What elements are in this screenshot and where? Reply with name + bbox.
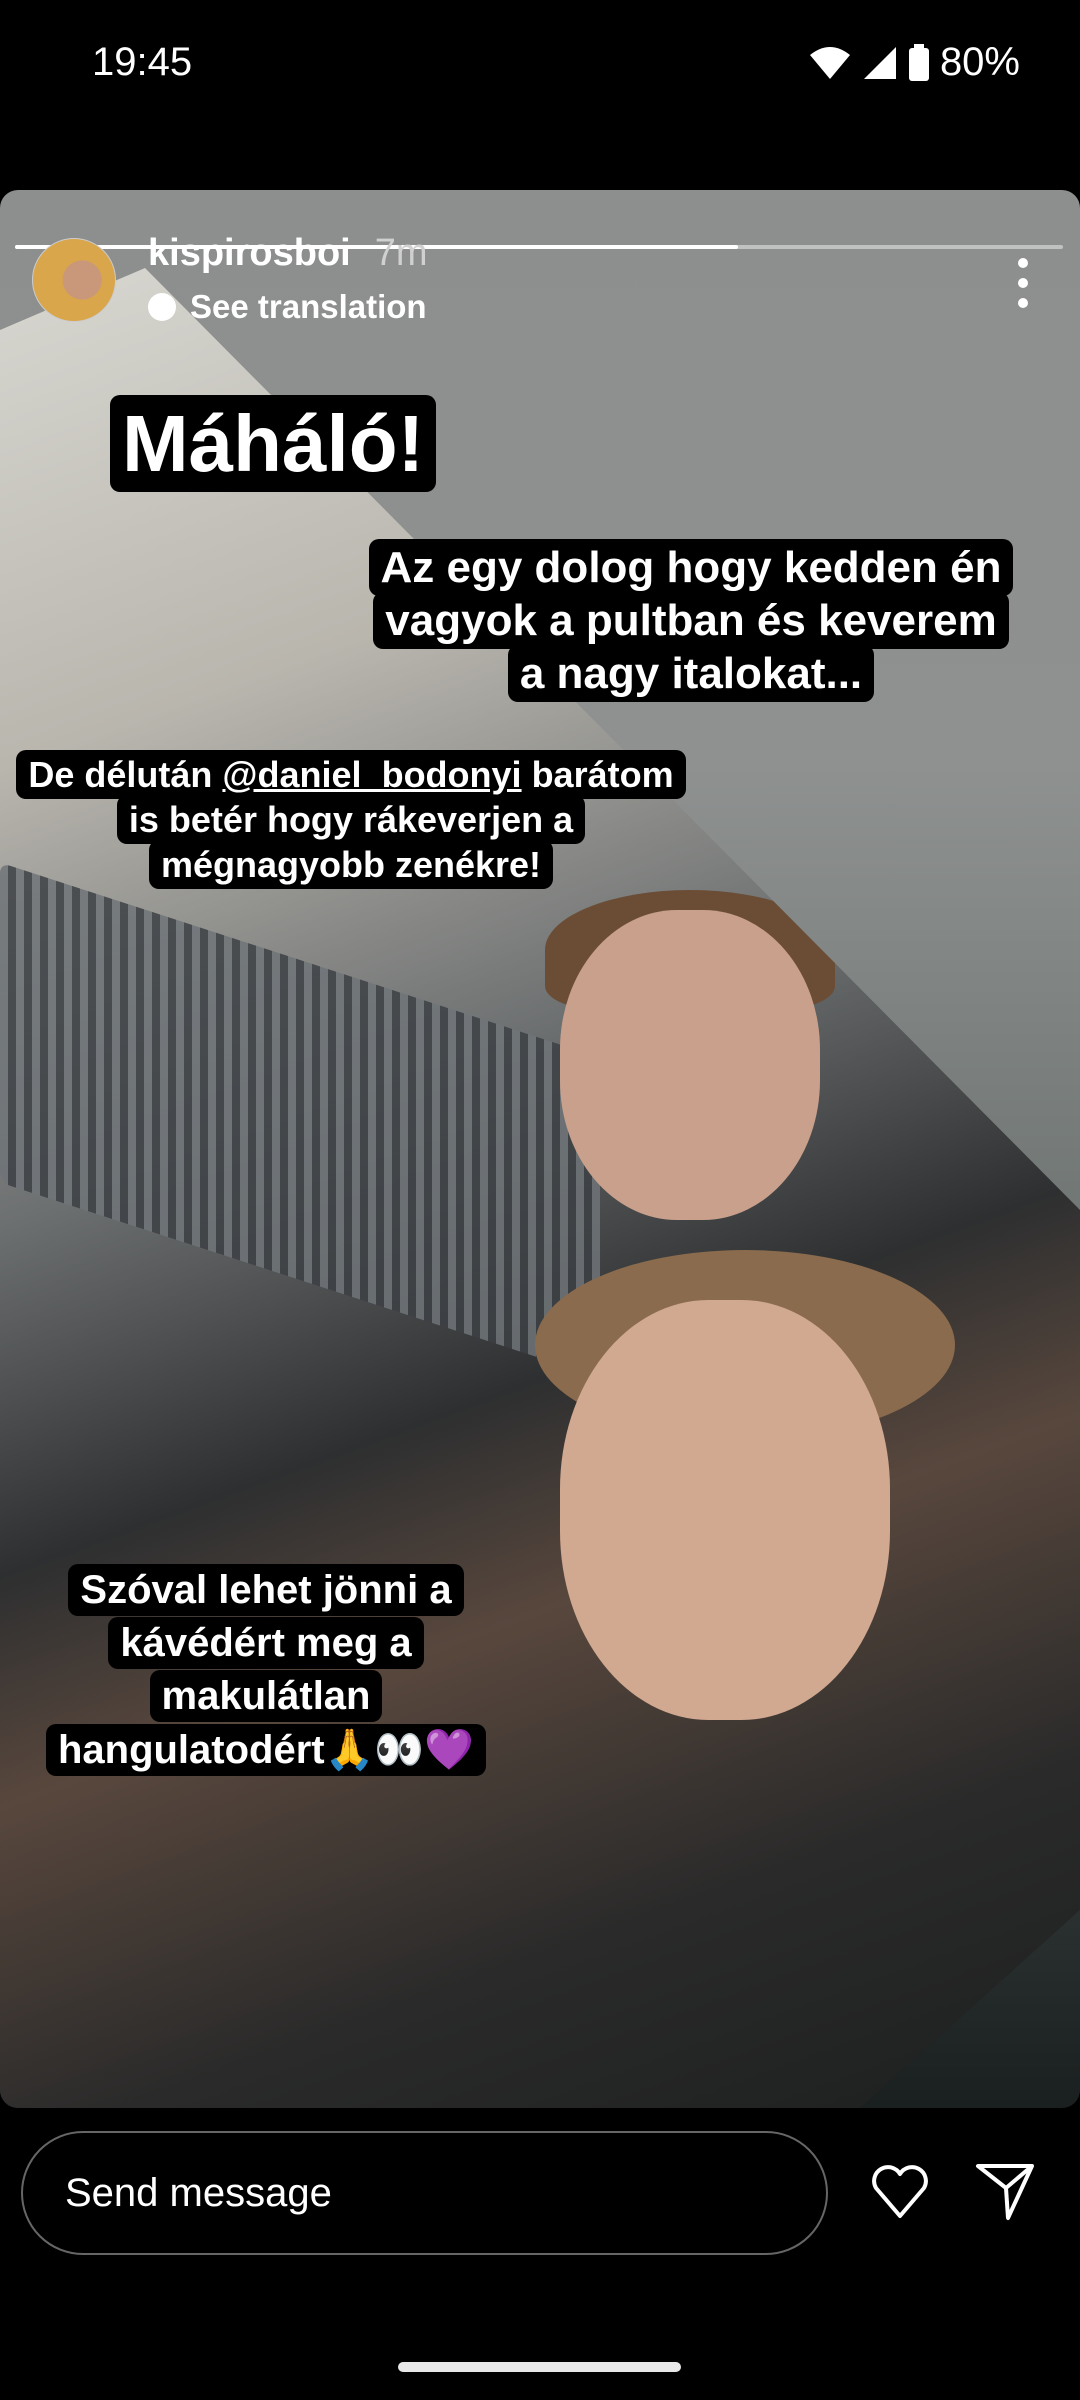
send-message-placeholder: Send message [65,2170,332,2215]
caption-line: kávédért meg a [108,1617,424,1670]
caption-title: Máháló! [110,382,437,506]
system-icons: 80% [808,40,1020,85]
caption-line: Az egy dolog hogy kedden én [368,539,1014,596]
caption-line: Szóval lehet jönni a [68,1564,464,1616]
caption-2: Az egy dolog hogy kedden én vagyok a pul… [356,539,1026,702]
caption-4: Szóval lehet jönni a kávédért meg a maku… [10,1564,522,1777]
caption-text: barátom [521,754,674,795]
send-message-input[interactable]: Send message [21,2131,828,2255]
caption-line: a nagy italokat... [507,644,875,702]
wifi-icon [809,46,850,79]
person-face [560,1300,890,1720]
mention-link[interactable]: @daniel_bodonyi [222,754,521,795]
more-options-icon[interactable] [1016,258,1030,308]
caption-line: mégnagyobb zenékre! [148,840,554,889]
caption-line: hangulatodért🙏👀💜 [45,1723,487,1776]
story-viewer[interactable]: kispirosboi 7m See translation Máháló! A… [0,190,1080,2108]
status-bar: 19:45 80% [0,0,1080,130]
person-face [560,910,820,1220]
see-translation-label: See translation [190,288,427,325]
username[interactable]: kispirosboi [148,232,351,275]
caption-text: De délután [28,754,223,795]
avatar[interactable] [32,238,116,322]
story-header: kispirosboi 7m [148,232,428,275]
caption-3: De délután @daniel_bodonyi barátom is be… [0,750,702,889]
translate-icon [148,293,176,321]
caption-line: is betér hogy rákeverjen a [116,795,586,844]
post-age: 7m [374,232,428,274]
battery-percent: 80% [939,40,1020,84]
caption-line: De délután @daniel_bodonyi barátom [16,750,686,799]
see-translation-button[interactable]: See translation [148,288,427,326]
send-icon[interactable] [972,2160,1036,2224]
mixing-console [0,862,600,1378]
caption-text: Máháló! [110,395,437,492]
clock: 19:45 [92,40,193,84]
signal-icon [863,46,896,79]
battery-icon [908,43,929,81]
home-indicator[interactable] [398,2362,681,2372]
heart-icon[interactable] [868,2160,932,2224]
caption-line: makulátlan [149,1670,383,1723]
caption-line: vagyok a pultban és keverem [373,591,1009,649]
